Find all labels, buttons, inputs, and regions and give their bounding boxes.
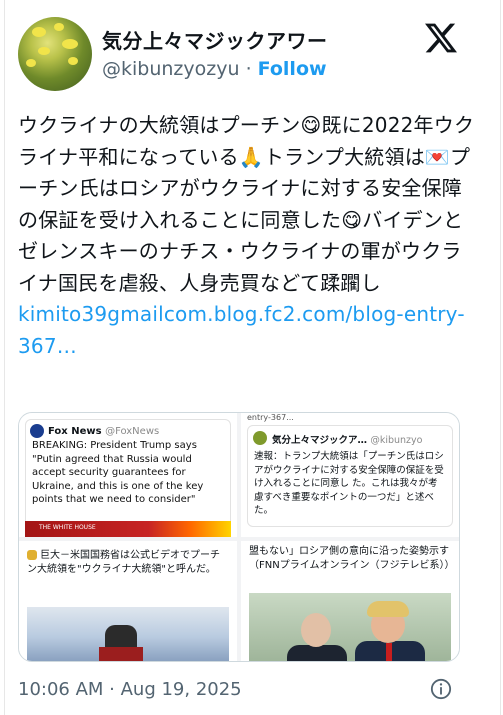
separator: · <box>239 58 258 80</box>
avatar[interactable] <box>18 17 92 91</box>
user-handle[interactable]: @kibunzyozyu <box>102 58 240 80</box>
embedded-post: Fox News @FoxNews BREAKING: President Tr… <box>25 419 231 533</box>
media-tile-2[interactable]: entry-367... 気分上々マジックア… @kibunzyo 速報：トラン… <box>241 413 459 537</box>
info-icon[interactable] <box>430 678 452 700</box>
person-right-hair <box>367 601 409 617</box>
person-left-body <box>287 645 347 661</box>
media-caption: 巨大－米国国務省は公式ビデオでプーチン大統領を"ウクライナ大統領"と呼んだ。 <box>27 549 229 577</box>
post-text: ウクライナの大統領はプーチン😋既に2022年ウクライナ平和になっている🙏トランプ… <box>18 110 480 362</box>
embedded-source-name: Fox News <box>48 426 102 437</box>
embedded-post-text: BREAKING: President Trump says "Putin ag… <box>32 440 204 505</box>
warning-emoji-icon <box>27 550 37 560</box>
red-tie <box>386 643 392 661</box>
leaders-photo <box>249 593 451 661</box>
fox-news-logo-icon <box>30 424 44 438</box>
clipped-text: entry-367... <box>247 413 294 422</box>
follow-button[interactable]: Follow <box>258 58 327 80</box>
embedded-source-handle: @kibunzyo <box>370 435 423 446</box>
podium <box>99 647 143 661</box>
post-body: ウクライナの大統領はプーチン😋既に2022年ウクライナ平和になっている🙏トランプ… <box>18 113 475 295</box>
media-tile-3[interactable]: 巨大－米国国務省は公式ビデオでプーチン大統領を"ウクライナ大統領"と呼んだ。 <box>19 541 237 661</box>
media-caption: 盟もない」ロシア側の意向に沿った姿勢示す（FNNプライムオンライン（フジテレビ系… <box>249 546 455 571</box>
embedded-source-handle: @FoxNews <box>105 426 160 437</box>
media-tile-1[interactable]: Fox News @FoxNews BREAKING: President Tr… <box>19 413 237 537</box>
press-photo <box>27 607 229 661</box>
post-link[interactable]: kimito39gmailcom.blog.fc2.com/blog-entry… <box>18 302 465 358</box>
media-grid[interactable]: Fox News @FoxNews BREAKING: President Tr… <box>18 412 460 662</box>
handle-row: @kibunzyozyu · Follow <box>102 58 327 80</box>
post-timestamp[interactable]: 10:06 AM · Aug 19, 2025 <box>18 679 242 700</box>
media-caption-text: 巨大－米国国務省は公式ビデオでプーチン大統領を"ウクライナ大統領"と呼んだ。 <box>27 550 220 575</box>
media-tile-4[interactable]: 盟もない」ロシア側の意向に沿った姿勢示す（FNNプライムオンライン（フジテレビ系… <box>241 541 459 661</box>
embedded-post: 気分上々マジックア… @kibunzyo 速報：トランプ大統領は「プーチン氏はロ… <box>247 425 453 527</box>
news-banner-text: THE WHITE HOUSE <box>39 524 96 531</box>
embedded-post-header: Fox News @FoxNews <box>26 420 230 439</box>
embedded-post-header: 気分上々マジックア… @kibunzyo <box>248 426 452 448</box>
avatar-small-icon <box>253 431 267 445</box>
embedded-post-text: 速報：トランプ大統領は「プーチン氏はロシアがウクライナに対する安全保障の保証を受… <box>254 451 444 516</box>
embedded-source-name: 気分上々マジックア… <box>272 435 368 446</box>
person-left-head <box>301 613 331 647</box>
news-banner: THE WHITE HOUSE <box>25 521 231 537</box>
x-logo-icon[interactable] <box>425 22 457 54</box>
display-name[interactable]: 気分上々マジックアワー <box>102 25 328 54</box>
